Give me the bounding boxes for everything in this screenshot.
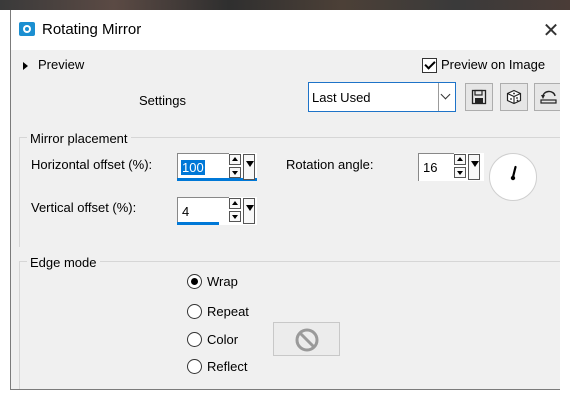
- expand-triangle-icon: [23, 61, 28, 70]
- horizontal-offset-value: 100: [181, 160, 205, 175]
- edge-mode-repeat-radio[interactable]: Repeat: [187, 304, 249, 320]
- reset-icon: [540, 90, 557, 104]
- preview-label: Preview: [38, 57, 85, 72]
- chevron-down-icon[interactable]: [438, 83, 455, 111]
- preview-on-image-label: Preview on Image: [441, 57, 546, 72]
- rotation-angle-stepper[interactable]: 16: [418, 153, 484, 181]
- mirror-placement-title: Mirror placement: [27, 131, 131, 146]
- rotation-angle-field[interactable]: 16: [418, 153, 454, 181]
- rotation-angle-label: Rotation angle:: [286, 157, 374, 172]
- preset-dropdown[interactable]: Last Used: [308, 82, 456, 112]
- vertical-offset-label: Vertical offset (%):: [31, 200, 137, 215]
- background-strip: [0, 0, 570, 10]
- angle-dial-icon: [510, 165, 517, 181]
- rotation-angle-arrows[interactable]: [454, 153, 468, 181]
- horizontal-offset-stepper[interactable]: 100: [177, 153, 257, 181]
- edge-mode-wrap-label: Wrap: [207, 274, 238, 289]
- vertical-offset-field[interactable]: 4: [177, 197, 229, 225]
- increment-icon[interactable]: [454, 154, 466, 165]
- save-icon: [471, 89, 487, 105]
- rotating-mirror-dialog: Rotating Mirror ✕ Preview Preview on Ima…: [10, 10, 560, 390]
- horizontal-offset-arrows[interactable]: [229, 153, 243, 181]
- horizontal-offset-dropdown[interactable]: [243, 154, 255, 180]
- edge-color-swatch[interactable]: [273, 322, 340, 356]
- edge-mode-color-label: Color: [207, 332, 239, 347]
- vertical-offset-dropdown[interactable]: [243, 198, 255, 224]
- vertical-offset-value: 4: [182, 204, 190, 219]
- edge-mode-repeat-label: Repeat: [207, 304, 249, 319]
- decrement-icon[interactable]: [229, 211, 241, 222]
- vertical-offset-stepper[interactable]: 4: [177, 197, 257, 225]
- radio-unselected-icon: [187, 332, 202, 348]
- vertical-offset-arrows[interactable]: [229, 197, 243, 225]
- edge-mode-wrap-radio[interactable]: Wrap: [187, 274, 238, 290]
- decrement-icon[interactable]: [229, 167, 241, 178]
- randomize-icon: [506, 89, 522, 105]
- save-preset-button[interactable]: [465, 83, 493, 111]
- increment-icon[interactable]: [229, 198, 241, 209]
- radio-selected-icon: [187, 274, 202, 290]
- title-bar: Rotating Mirror ✕: [11, 10, 560, 50]
- edge-mode-reflect-label: Reflect: [207, 359, 248, 374]
- decrement-icon[interactable]: [454, 167, 466, 178]
- preview-expander[interactable]: Preview: [23, 57, 84, 72]
- preset-value: Last Used: [312, 90, 371, 105]
- no-color-icon: [295, 328, 319, 352]
- preview-on-image-checkbox[interactable]: Preview on Image: [422, 57, 546, 74]
- increment-icon[interactable]: [229, 154, 241, 165]
- randomize-button[interactable]: [500, 83, 528, 111]
- edge-mode-reflect-radio[interactable]: Reflect: [187, 359, 247, 375]
- rotation-angle-value: 16: [423, 160, 438, 175]
- radio-unselected-icon: [187, 359, 202, 375]
- edge-mode-title: Edge mode: [27, 255, 100, 270]
- reset-button[interactable]: [534, 83, 560, 111]
- settings-label: Settings: [139, 93, 186, 108]
- checkbox-checked-icon: [422, 58, 437, 74]
- horizontal-offset-field[interactable]: 100: [177, 153, 229, 181]
- camera-icon: [19, 22, 35, 36]
- focus-underline: [177, 222, 219, 225]
- rotation-angle-dial[interactable]: [489, 153, 537, 201]
- close-button[interactable]: ✕: [541, 20, 560, 40]
- window-title: Rotating Mirror: [42, 21, 142, 38]
- edge-mode-color-radio[interactable]: Color: [187, 332, 238, 348]
- radio-unselected-icon: [187, 304, 202, 320]
- horizontal-offset-label: Horizontal offset (%):: [31, 157, 153, 172]
- rotation-angle-dropdown[interactable]: [468, 154, 480, 180]
